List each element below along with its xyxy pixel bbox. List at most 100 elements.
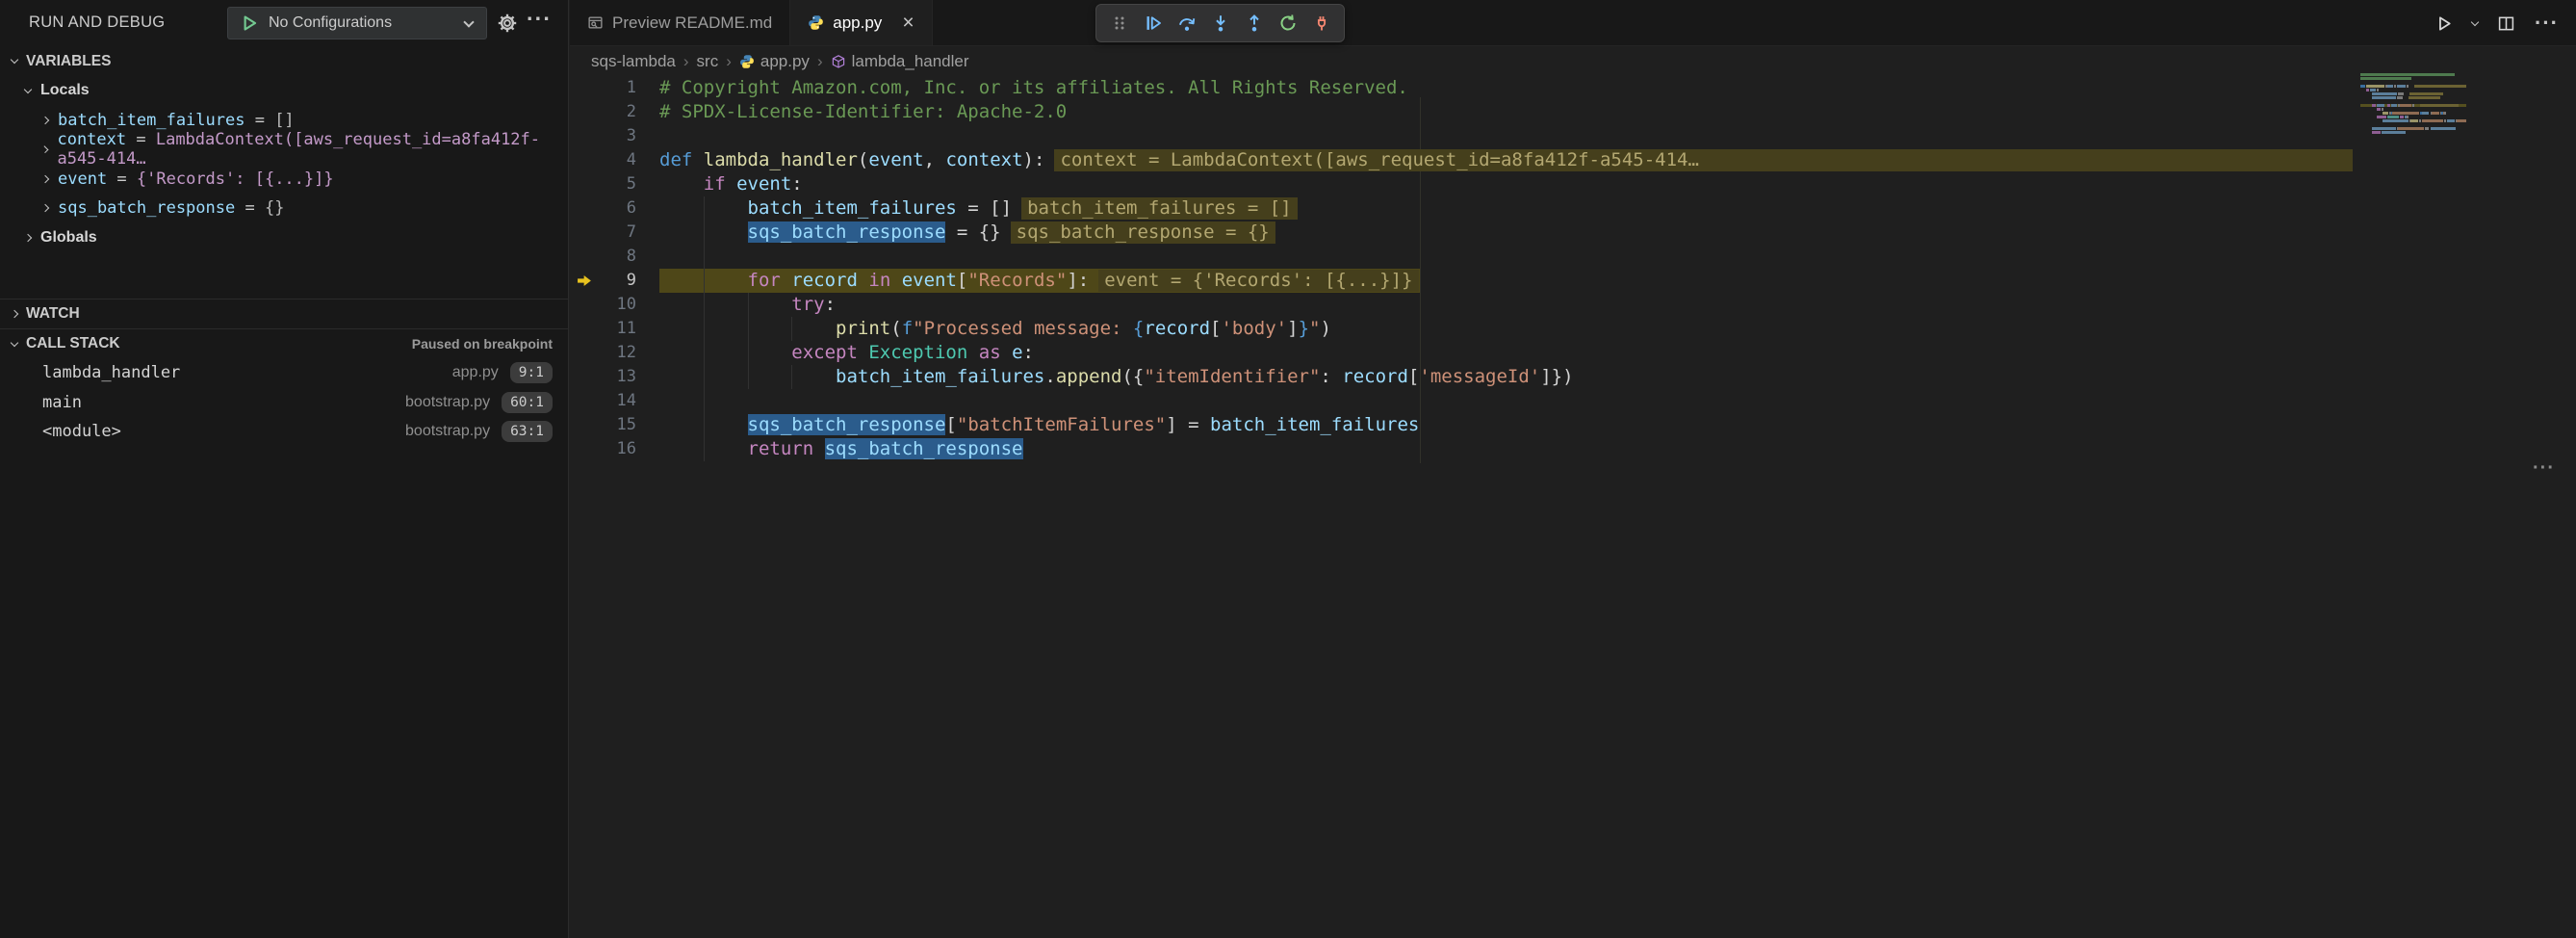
line-number[interactable]: 8	[570, 245, 659, 269]
gutter[interactable]: 8	[570, 245, 659, 269]
watch-section-header[interactable]: WATCH	[0, 299, 568, 328]
code-line[interactable]: 7 sqs_batch_response = {}sqs_batch_respo…	[570, 221, 2353, 245]
toolbar-gripper[interactable]	[1102, 7, 1136, 39]
more-actions-icon[interactable]: ···	[527, 6, 552, 32]
call-stack-frame[interactable]: mainbootstrap.py60:1	[0, 388, 568, 418]
code-line[interactable]: 2# SPDX-License-Identifier: Apache-2.0	[570, 100, 2353, 124]
breadcrumb-item-file[interactable]: app.py	[739, 52, 810, 71]
breadcrumb-item-folder[interactable]: src	[697, 52, 719, 71]
line-number[interactable]: 6	[570, 196, 659, 221]
line-number[interactable]: 2	[570, 100, 659, 124]
gutter[interactable]: 12	[570, 341, 659, 365]
code-line-content[interactable]	[659, 245, 2353, 269]
code-line-content[interactable]: try:	[659, 293, 2353, 317]
minimap[interactable]	[2360, 73, 2466, 135]
breadcrumb-item-symbol[interactable]: lambda_handler	[831, 52, 969, 71]
call-stack-frame[interactable]: lambda_handlerapp.py9:1	[0, 358, 568, 388]
locals-group[interactable]: Locals	[0, 76, 568, 106]
breadcrumb-item-folder[interactable]: sqs-lambda	[591, 52, 676, 71]
call-stack-frame[interactable]: <module>bootstrap.py63:1	[0, 417, 568, 447]
gutter[interactable]: 10	[570, 293, 659, 317]
line-number[interactable]: 5	[570, 172, 659, 196]
code-line[interactable]: 11 print(f"Processed message: {record['b…	[570, 317, 2353, 341]
code-line-content[interactable]: # SPDX-License-Identifier: Apache-2.0	[659, 100, 2353, 124]
code-line[interactable]: 10 try:	[570, 293, 2353, 317]
restart-button[interactable]	[1271, 7, 1304, 39]
code-line[interactable]: 6 batch_item_failures = []batch_item_fai…	[570, 196, 2353, 221]
code-line-content[interactable]	[659, 389, 2353, 413]
gear-icon[interactable]	[497, 13, 518, 34]
code-line[interactable]: 9 for record in event["Records"]:event =…	[570, 269, 2353, 293]
line-number[interactable]: 7	[570, 221, 659, 245]
step-into-button[interactable]	[1203, 7, 1237, 39]
gutter[interactable]: 3	[570, 124, 659, 148]
variables-section-header[interactable]: VARIABLES	[0, 46, 568, 76]
line-number[interactable]: 4	[570, 148, 659, 172]
debug-config-dropdown[interactable]: No Configurations	[227, 7, 487, 39]
gutter[interactable]: 16	[570, 437, 659, 461]
run-file-icon[interactable]	[2434, 14, 2453, 33]
code-line-content[interactable]: if event:	[659, 172, 2353, 196]
code-line[interactable]: 13 batch_item_failures.append({"itemIden…	[570, 365, 2353, 389]
run-dropdown-chevron-icon[interactable]	[2471, 17, 2479, 25]
disconnect-button[interactable]	[1304, 7, 1338, 39]
gutter[interactable]: 6	[570, 196, 659, 221]
gutter[interactable]: 15	[570, 413, 659, 437]
code-line[interactable]: 14	[570, 389, 2353, 413]
gutter[interactable]: 13	[570, 365, 659, 389]
code-line[interactable]: 15 sqs_batch_response["batchItemFailures…	[570, 413, 2353, 437]
line-number[interactable]: 15	[570, 413, 659, 437]
gutter[interactable]: 5	[570, 172, 659, 196]
code-line-content[interactable]: except Exception as e:	[659, 341, 2353, 365]
code-editor[interactable]: 1# Copyright Amazon.com, Inc. or its aff…	[570, 76, 2576, 938]
variable-name: sqs_batch_response	[58, 198, 235, 218]
overflow-ellipsis[interactable]: ···	[2533, 457, 2555, 480]
variable-row[interactable]: sqs_batch_response = {}	[0, 194, 568, 223]
line-number[interactable]: 14	[570, 389, 659, 413]
call-stack-section-header[interactable]: CALL STACK Paused on breakpoint	[0, 328, 568, 358]
code-line-content[interactable]: print(f"Processed message: {record['body…	[659, 317, 2353, 341]
tab-preview-readme[interactable]: Preview README.md	[570, 0, 790, 45]
code-line[interactable]: 8	[570, 245, 2353, 269]
gutter[interactable]: 1	[570, 76, 659, 100]
more-actions-icon[interactable]: ···	[2535, 11, 2559, 36]
code-line[interactable]: 4def lambda_handler(event, context):cont…	[570, 148, 2353, 172]
step-out-button[interactable]	[1237, 7, 1271, 39]
line-number[interactable]: 3	[570, 124, 659, 148]
gutter[interactable]: 9	[570, 269, 659, 293]
chevron-right-icon	[41, 175, 49, 183]
code-line-content[interactable]: return sqs_batch_response	[659, 437, 2353, 461]
code-line-content[interactable]: # Copyright Amazon.com, Inc. or its affi…	[659, 76, 2353, 100]
close-icon[interactable]: ×	[902, 13, 914, 33]
code-line-content[interactable]	[659, 124, 2353, 148]
split-editor-icon[interactable]	[2497, 14, 2515, 33]
line-number[interactable]: 13	[570, 365, 659, 389]
continue-button[interactable]	[1136, 7, 1170, 39]
line-number[interactable]: 16	[570, 437, 659, 461]
line-number[interactable]: 10	[570, 293, 659, 317]
code-line[interactable]: 12 except Exception as e:	[570, 341, 2353, 365]
gutter[interactable]: 2	[570, 100, 659, 124]
globals-group[interactable]: Globals	[0, 223, 568, 253]
gutter[interactable]: 11	[570, 317, 659, 341]
line-number[interactable]: 12	[570, 341, 659, 365]
code-line-content[interactable]: batch_item_failures.append({"itemIdentif…	[659, 365, 2353, 389]
gutter[interactable]: 14	[570, 389, 659, 413]
code-line-content[interactable]: sqs_batch_response["batchItemFailures"] …	[659, 413, 2353, 437]
code-line-content[interactable]: sqs_batch_response = {}sqs_batch_respons…	[659, 221, 2353, 245]
code-line[interactable]: 16 return sqs_batch_response	[570, 437, 2353, 461]
code-line[interactable]: 1# Copyright Amazon.com, Inc. or its aff…	[570, 76, 2353, 100]
code-line-content[interactable]: batch_item_failures = []batch_item_failu…	[659, 196, 2353, 221]
line-number[interactable]: 11	[570, 317, 659, 341]
code-line[interactable]: 5 if event:	[570, 172, 2353, 196]
start-debugging-icon[interactable]	[240, 13, 259, 33]
code-line[interactable]: 3	[570, 124, 2353, 148]
gutter[interactable]: 4	[570, 148, 659, 172]
code-line-content[interactable]: for record in event["Records"]:event = {…	[659, 269, 2353, 293]
gutter[interactable]: 7	[570, 221, 659, 245]
line-number[interactable]: 1	[570, 76, 659, 100]
tab-app-py[interactable]: app.py ×	[790, 0, 932, 45]
step-over-button[interactable]	[1170, 7, 1203, 39]
variable-row[interactable]: context = LambdaContext([aws_request_id=…	[0, 135, 568, 165]
code-line-content[interactable]: def lambda_handler(event, context):conte…	[659, 148, 2353, 172]
